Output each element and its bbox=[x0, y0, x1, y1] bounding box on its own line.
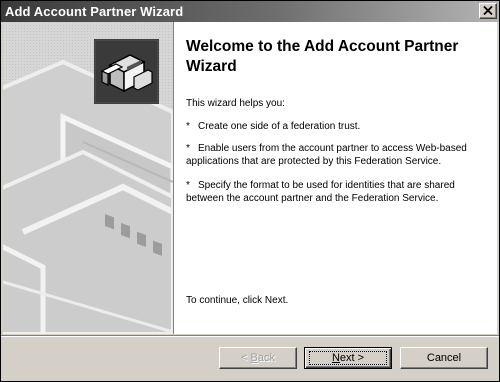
bullet-text-line: Specify the format to be used for identi… bbox=[198, 180, 455, 191]
close-button[interactable] bbox=[479, 3, 497, 19]
panel-divider bbox=[173, 22, 174, 334]
cancel-button[interactable]: Cancel bbox=[400, 347, 488, 369]
back-label-rest: ack bbox=[257, 352, 275, 364]
wizard-side-banner bbox=[3, 22, 173, 334]
wizard-icon bbox=[94, 39, 159, 104]
wizard-body: Welcome to the Add Account Partner Wizar… bbox=[3, 22, 497, 334]
bullet-marker: * bbox=[186, 180, 190, 191]
wizard-window: Add Account Partner Wizard Welcome to th… bbox=[0, 0, 500, 382]
wizard-heading: Welcome to the Add Account Partner Wizar… bbox=[186, 38, 459, 75]
bullet-text-line: applications that are protected by this … bbox=[186, 156, 442, 167]
bullet-text-line: Create one side of a federation trust. bbox=[198, 121, 361, 132]
close-icon bbox=[483, 6, 493, 15]
continue-text: To continue, click Next. bbox=[186, 295, 289, 306]
bullet-text-line: Enable users from the account partner to… bbox=[198, 143, 467, 154]
window-title: Add Account Partner Wizard bbox=[5, 4, 184, 19]
back-mnemonic: B bbox=[250, 352, 258, 364]
next-button[interactable]: Next > bbox=[304, 347, 392, 369]
bullet-text-line: between the account partner and the Fede… bbox=[186, 193, 439, 204]
bullet-marker: * bbox=[186, 143, 190, 154]
bullet-item: * Create one side of a federation trust. bbox=[186, 121, 496, 135]
intro-text: This wizard helps you: bbox=[186, 98, 285, 109]
bullet-item: * Specify the format to be used for iden… bbox=[186, 180, 496, 206]
back-prefix: < bbox=[241, 352, 251, 364]
back-button[interactable]: < Back bbox=[219, 347, 297, 369]
bullet-marker: * bbox=[186, 121, 190, 132]
button-separator bbox=[1, 335, 499, 337]
focus-ring bbox=[309, 351, 387, 365]
title-bar[interactable]: Add Account Partner Wizard bbox=[1, 1, 499, 22]
bullet-item: * Enable users from the account partner … bbox=[186, 143, 496, 169]
